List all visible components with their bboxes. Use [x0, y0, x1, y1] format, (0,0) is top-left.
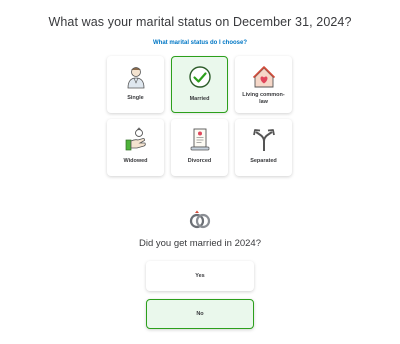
option-single[interactable]: Single — [107, 56, 164, 113]
split-arrows-icon — [252, 129, 275, 151]
option-label: Living common-law — [242, 92, 285, 105]
single-person-icon — [127, 67, 144, 89]
widowed-hand-icon — [125, 127, 146, 151]
option-separated[interactable]: Separated — [235, 119, 292, 176]
question-title: What was your marital status on December… — [48, 15, 352, 29]
wedding-rings-icon — [189, 210, 211, 229]
option-label: Married — [189, 96, 210, 102]
answer-yes-button[interactable]: Yes — [146, 261, 254, 291]
option-widowed[interactable]: Widowed — [107, 119, 164, 176]
option-divorced[interactable]: Divorced — [171, 119, 228, 176]
help-link[interactable]: What marital status do I choose? — [0, 40, 400, 46]
answer-no-button[interactable]: No — [146, 299, 254, 329]
option-label: Divorced — [187, 158, 212, 164]
option-label: Single — [127, 95, 144, 101]
married-in-year-question: Did you get married in 2024? — [139, 238, 261, 249]
option-married[interactable]: Married — [171, 56, 228, 113]
option-label: Separated — [250, 158, 277, 164]
checkmark-icon — [188, 66, 211, 88]
option-label: Widowed — [123, 158, 148, 164]
house-heart-icon — [252, 66, 275, 88]
option-living-common-law[interactable]: Living common-law — [235, 56, 292, 113]
divorce-certificate-icon — [190, 128, 209, 151]
